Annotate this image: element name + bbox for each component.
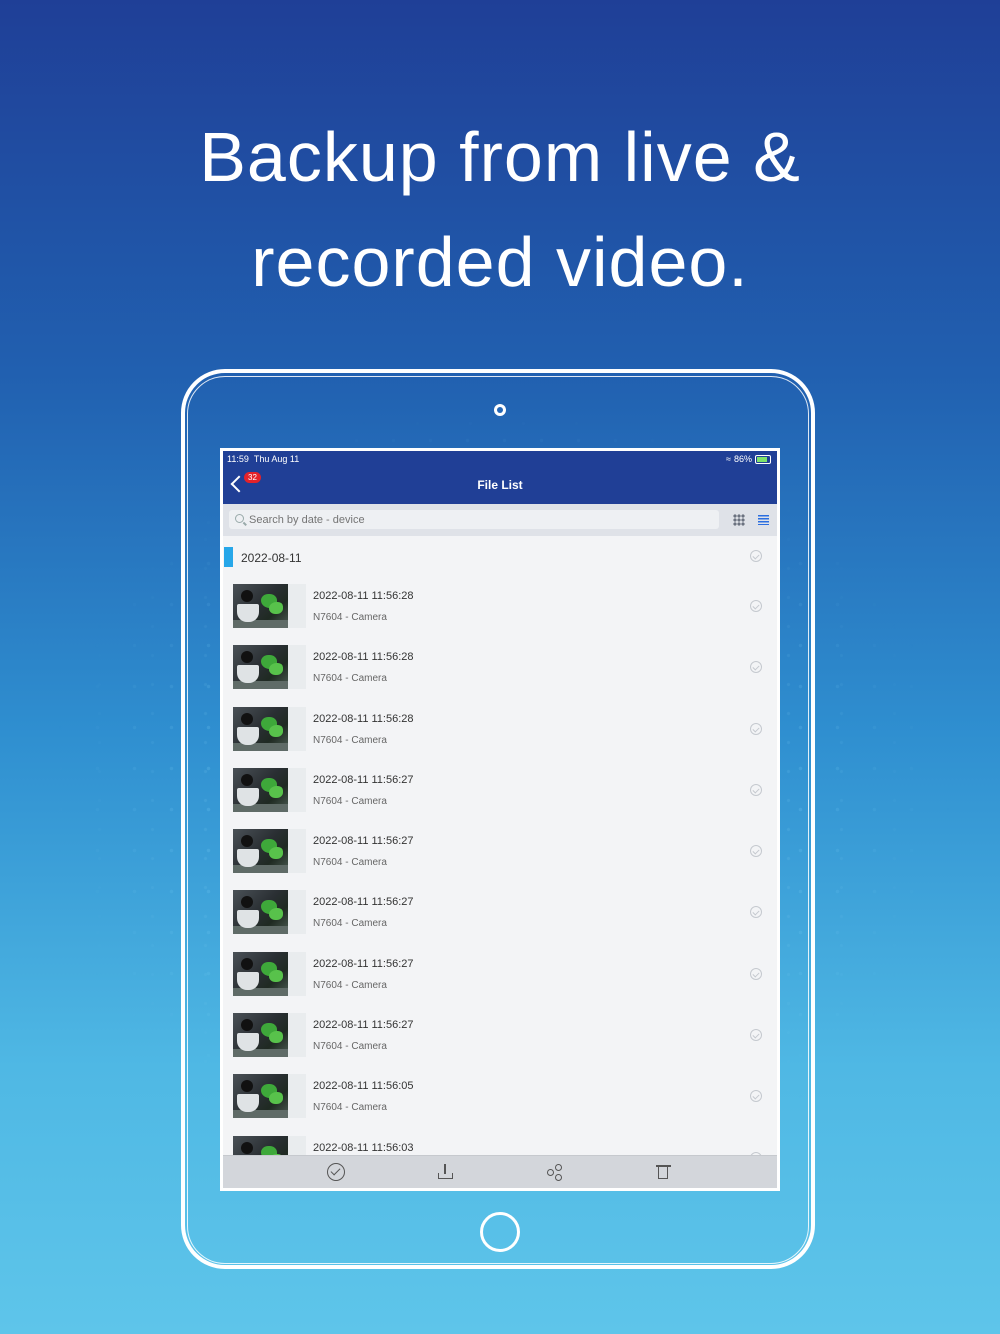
file-device: N7604 - Camera: [313, 734, 387, 746]
file-timestamp: 2022-08-11 11:56:28: [313, 712, 414, 725]
file-device: N7604 - Camera: [313, 612, 387, 623]
file-row[interactable]: 2022-08-11 11:56:28 N7604 - Camera: [223, 576, 777, 637]
file-timestamp: 2022-08-11 11:56:27: [313, 835, 414, 848]
file-device: N7604 - Camera: [313, 979, 387, 991]
video-thumbnail[interactable]: [233, 706, 306, 751]
file-timestamp: 2022-08-11 11:56:28: [313, 651, 414, 664]
search-icon: [235, 514, 244, 523]
search-bar: [223, 504, 777, 536]
file-row[interactable]: 2022-08-11 11:56:28 N7604 - Camera: [223, 637, 777, 698]
headline-line-2: recorded video.: [251, 223, 749, 301]
row-select-icon[interactable]: [750, 1090, 762, 1103]
wifi-icon: ≈: [726, 454, 731, 464]
file-device: N7604 - Camera: [313, 795, 387, 807]
video-thumbnail[interactable]: [233, 1074, 306, 1119]
share-icon[interactable]: [546, 1163, 564, 1181]
row-select-icon[interactable]: [750, 845, 762, 858]
file-row[interactable]: 2022-08-11 11:56:05 N7604 - Camera: [223, 1066, 777, 1127]
row-select-icon[interactable]: [750, 722, 762, 735]
select-icon[interactable]: [327, 1163, 345, 1181]
file-timestamp: 2022-08-11 11:56:03: [313, 1141, 414, 1154]
file-list: 2022-08-11 11:56:28 N7604 - Camera 2022-08…: [223, 576, 777, 1188]
video-thumbnail[interactable]: [233, 767, 306, 812]
file-timestamp: 2022-08-11 11:56:05: [313, 1080, 414, 1093]
app-screen: 11:59 Thu Aug 11 ≈ 86% 32 File List 2022…: [220, 448, 780, 1191]
file-timestamp: 2022-08-11 11:56:27: [313, 1019, 414, 1032]
file-row[interactable]: 2022-08-11 11:56:28 N7604 - Camera: [223, 699, 777, 760]
trash-icon[interactable]: [655, 1163, 673, 1181]
file-device: N7604 - Camera: [313, 1102, 387, 1114]
video-thumbnail[interactable]: [233, 951, 306, 996]
file-row[interactable]: 2022-08-11 11:56:27 N7604 - Camera: [223, 882, 777, 943]
headline: Backup from live & recorded video.: [0, 105, 1000, 315]
nav-bar: 11:59 Thu Aug 11 ≈ 86% 32 File List: [223, 451, 777, 504]
file-row[interactable]: 2022-08-11 11:56:27 N7604 - Camera: [223, 944, 777, 1005]
file-device: N7604 - Camera: [313, 1041, 387, 1053]
section-date: 2022-08-11: [241, 551, 302, 565]
file-timestamp: 2022-08-11 11:56:27: [313, 773, 414, 786]
list-view-icon[interactable]: [758, 515, 769, 525]
date-section-header: 2022-08-11: [223, 536, 777, 576]
row-select-icon[interactable]: [750, 783, 762, 796]
row-select-icon[interactable]: [750, 600, 762, 612]
video-thumbnail[interactable]: [233, 1013, 306, 1058]
row-select-icon[interactable]: [750, 1029, 762, 1042]
file-timestamp: 2022-08-11 11:56:27: [313, 957, 414, 970]
search-field[interactable]: [229, 510, 719, 529]
home-button[interactable]: [480, 1212, 520, 1252]
video-thumbnail[interactable]: [233, 890, 306, 935]
bottom-toolbar: [223, 1155, 777, 1188]
download-icon[interactable]: [436, 1163, 454, 1181]
file-device: N7604 - Camera: [313, 857, 387, 869]
file-device: N7604 - Camera: [313, 918, 387, 930]
video-thumbnail[interactable]: [233, 584, 306, 628]
search-input[interactable]: [249, 510, 709, 529]
row-select-icon[interactable]: [750, 967, 762, 980]
battery-percent: 86%: [733, 454, 752, 464]
battery-icon: [755, 454, 771, 464]
video-thumbnail[interactable]: [233, 829, 306, 874]
headline-line-1: Backup from live &: [199, 118, 801, 196]
file-timestamp: 2022-08-11 11:56:27: [313, 896, 414, 909]
file-row[interactable]: 2022-08-11 11:56:27 N7604 - Camera: [223, 821, 777, 882]
grid-view-icon[interactable]: [733, 514, 745, 526]
status-indicators: ≈ 86%: [726, 454, 771, 464]
section-marker: [224, 547, 233, 567]
video-thumbnail[interactable]: [233, 645, 306, 690]
row-select-icon[interactable]: [750, 661, 762, 674]
file-timestamp: 2022-08-11 11:56:28: [313, 590, 414, 602]
row-select-icon[interactable]: [750, 906, 762, 919]
camera-icon: [494, 404, 506, 416]
file-row[interactable]: 2022-08-11 11:56:27 N7604 - Camera: [223, 760, 777, 821]
section-select-icon[interactable]: [750, 550, 762, 562]
file-row[interactable]: 2022-08-11 11:56:27 N7604 - Camera: [223, 1005, 777, 1066]
status-time: 11:59 Thu Aug 11: [227, 454, 300, 464]
page-title: File List: [477, 478, 523, 492]
file-device: N7604 - Camera: [313, 673, 387, 685]
